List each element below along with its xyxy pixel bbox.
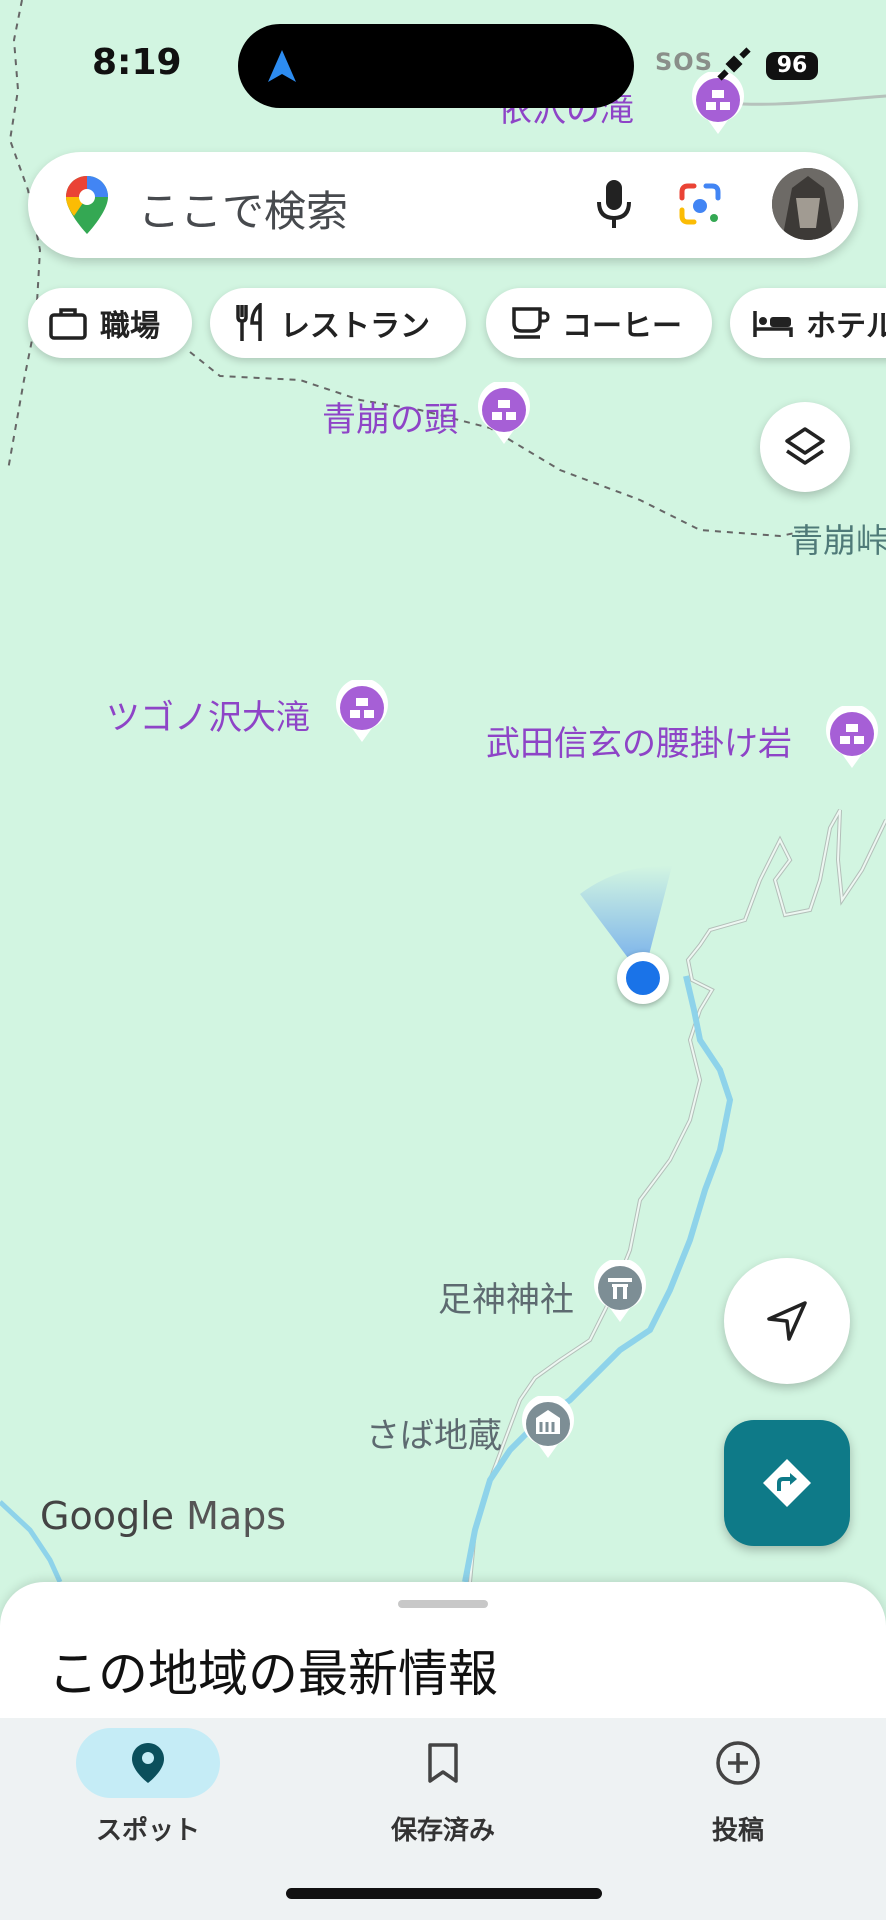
chip-label: 職場 <box>100 309 160 344</box>
temple-icon[interactable] <box>520 1396 576 1460</box>
maps-wordmark: Maps <box>186 1494 287 1538</box>
bookmark-icon <box>428 1743 458 1783</box>
dynamic-island <box>238 24 634 108</box>
poi-label[interactable]: さば地蔵 <box>366 1408 502 1457</box>
search-input[interactable]: ここで検索 <box>138 178 348 239</box>
coffee-icon <box>512 307 550 339</box>
hotel-icon <box>753 311 793 337</box>
nav-label: 投稿 <box>711 1816 764 1846</box>
avatar[interactable] <box>772 168 844 240</box>
place-pin-icon <box>132 1743 164 1783</box>
chip-label: コーヒー <box>562 309 682 344</box>
navigation-arrow-icon <box>268 50 296 82</box>
google-lens-icon[interactable] <box>676 180 724 228</box>
nav-item-contribute[interactable]: 投稿 <box>638 1728 838 1847</box>
poi-label[interactable]: 青崩峠 <box>790 514 886 562</box>
directions-icon <box>763 1459 811 1507</box>
my-location-button[interactable] <box>724 1258 850 1384</box>
chip-hotel[interactable]: ホテル <box>730 288 886 358</box>
briefcase-icon <box>49 308 87 340</box>
landmark-icon[interactable] <box>476 382 532 446</box>
chip-label: ホテル <box>806 309 886 344</box>
nav-label: スポット <box>95 1816 200 1846</box>
directions-button[interactable] <box>724 1420 850 1546</box>
current-location-dot <box>617 952 669 1004</box>
bottom-sheet[interactable]: この地域の最新情報 <box>0 1582 886 1718</box>
search-bar[interactable]: ここで検索 <box>28 152 858 258</box>
poi-label[interactable]: ツゴノ沢大滝 <box>106 690 310 739</box>
chip-label: レストラン <box>280 309 430 344</box>
battery-indicator: 96 <box>766 52 818 80</box>
shrine-icon[interactable] <box>592 1260 648 1324</box>
google-wordmark: Google <box>40 1494 175 1538</box>
sos-indicator: SOS <box>655 48 713 76</box>
nav-item-saved[interactable]: 保存済み <box>343 1728 543 1847</box>
navigation-arrow-icon <box>767 1301 807 1341</box>
google-maps-pin-icon <box>66 176 108 234</box>
poi-label[interactable]: 青崩の頭 <box>322 392 458 441</box>
map-layers-button[interactable] <box>760 402 850 492</box>
landmark-icon[interactable] <box>824 706 880 770</box>
chip-restaurant[interactable]: レストラン <box>210 288 466 358</box>
status-time: 8:19 <box>92 42 182 83</box>
sheet-drag-handle[interactable] <box>398 1600 488 1608</box>
waterfall-icon[interactable] <box>334 680 390 744</box>
poi-label[interactable]: 足神神社 <box>438 1272 574 1321</box>
chip-coffee[interactable]: コーヒー <box>486 288 712 358</box>
satellite-icon <box>717 47 751 81</box>
poi-label[interactable]: 武田信玄の腰掛け岩 <box>486 716 792 765</box>
google-maps-logo: Google Maps <box>40 1494 286 1538</box>
chip-work[interactable]: 職場 <box>28 288 192 358</box>
home-indicator[interactable] <box>286 1888 602 1899</box>
nav-label: 保存済み <box>390 1816 495 1846</box>
restaurant-icon <box>236 303 262 341</box>
microphone-icon[interactable] <box>594 178 634 230</box>
sheet-title: この地域の最新情報 <box>48 1645 498 1703</box>
layers-icon <box>785 427 825 465</box>
add-circle-icon <box>716 1741 760 1785</box>
nav-item-explore[interactable]: スポット <box>48 1728 248 1847</box>
